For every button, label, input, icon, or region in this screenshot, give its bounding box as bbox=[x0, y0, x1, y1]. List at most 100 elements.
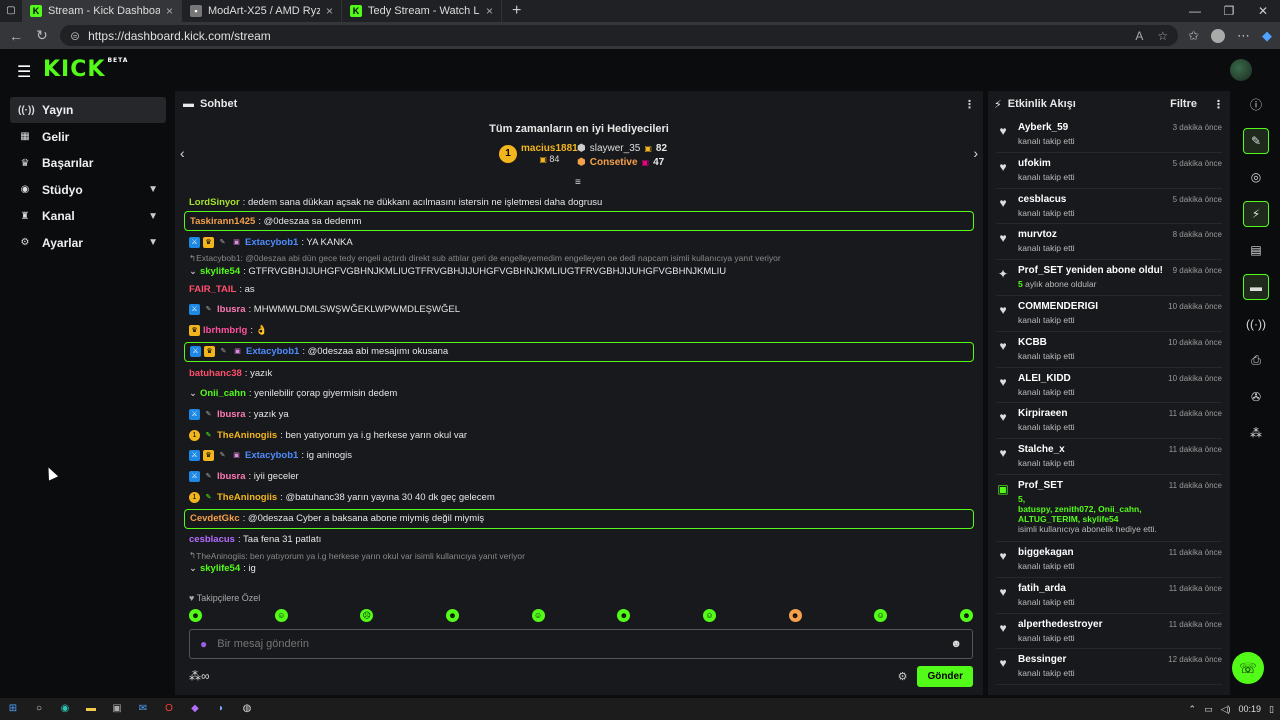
notes-icon[interactable]: ▤ bbox=[1243, 237, 1269, 263]
site-info-icon[interactable]: ⊜ bbox=[70, 29, 80, 43]
emote-icon[interactable]: ☻ bbox=[617, 609, 631, 622]
close-icon[interactable]: × bbox=[486, 4, 493, 18]
chevron-right-icon[interactable]: › bbox=[973, 145, 978, 161]
kick-logo[interactable]: KICK BETA bbox=[43, 57, 128, 82]
community-icon[interactable]: ⁂ bbox=[1243, 420, 1269, 446]
sidebar-item-basarilar[interactable]: ♛ Başarılar bbox=[10, 150, 166, 176]
broadcast-icon[interactable]: ((·)) bbox=[1243, 311, 1269, 337]
emoji-icon[interactable]: ☻ bbox=[950, 638, 962, 650]
infinity-points-icon[interactable]: ⁂∞ bbox=[189, 669, 210, 683]
browser-tab-2[interactable]: ▪ ModArt-X25 / AMD Ryzen 5 5600 × bbox=[182, 0, 342, 22]
activity-item[interactable]: ♥ Stalche_x kanalı takip etti 11 dakika önc… bbox=[996, 439, 1222, 475]
chat-input-box[interactable]: ● ☻ bbox=[189, 629, 973, 659]
chat-message[interactable]: FAIR_TAIL: as bbox=[175, 279, 983, 300]
chat-bubble-icon[interactable]: ▬ bbox=[1243, 273, 1269, 300]
emote-icon[interactable]: ☻ bbox=[959, 609, 973, 622]
chat-message[interactable]: ⚔ ♛ ✎ ▣ Extacybob1: ig aninogis bbox=[175, 446, 983, 467]
edit-pencil-icon[interactable]: ✎ bbox=[1243, 127, 1269, 154]
emote-icon[interactable]: ☺ bbox=[874, 609, 888, 622]
outlook-icon[interactable]: ✉ bbox=[136, 702, 150, 716]
sidebar-item-gelir[interactable]: ▦ Gelir bbox=[10, 124, 166, 150]
stream-preview-icon[interactable]: ◎ bbox=[1243, 164, 1269, 190]
activity-item[interactable]: ♥ ufokim kanalı takip etti 5 dakika önce bbox=[996, 153, 1222, 189]
search-icon[interactable]: ○ bbox=[32, 702, 46, 716]
activity-item[interactable]: ♥ alperthedestroyer kanalı takip etti 11 da… bbox=[996, 614, 1222, 650]
chat-username[interactable]: Extacybob1 bbox=[245, 450, 298, 461]
activity-item[interactable]: ♥ Ayberk_59 kanalı takip etti 3 dakika önce bbox=[996, 117, 1222, 153]
app-icon[interactable]: ◗ bbox=[214, 702, 228, 716]
activity-item[interactable]: ♥ murvtoz kanalı takip etti 8 dakika önce bbox=[996, 224, 1222, 261]
chat-username[interactable]: skylife54 bbox=[200, 563, 240, 574]
browser-tab-1[interactable]: K Stream - Kick Dashboard × bbox=[22, 0, 182, 22]
info-icon[interactable]: ⓘ bbox=[1243, 91, 1269, 117]
printer-icon[interactable]: ⎙ bbox=[1243, 347, 1269, 373]
chat-username[interactable]: Extacybob1 bbox=[246, 346, 299, 357]
emote-icon[interactable]: ☻ bbox=[189, 609, 202, 622]
close-window-icon[interactable]: ✕ bbox=[1246, 0, 1280, 22]
chat-username[interactable]: lbusra bbox=[217, 471, 246, 482]
chat-message[interactable]: ⚔ ✎ lbusra: MHWMWLDMLSWŞWĞEKLWPWMDLEŞWĞEL bbox=[175, 299, 983, 320]
obs-icon[interactable]: ◍ bbox=[240, 702, 254, 716]
activity-item[interactable]: ▣ Prof_SET 5, batuspy, zenith072, Onii_cahn… bbox=[996, 475, 1222, 542]
more-options-icon[interactable]: ⋮ bbox=[964, 98, 975, 111]
support-chat-icon[interactable]: ☏ bbox=[1232, 652, 1264, 684]
chat-settings-icon[interactable]: ⚙ bbox=[898, 670, 908, 683]
chat-username[interactable]: CevdetGkc bbox=[190, 513, 240, 524]
tray-expand-icon[interactable]: ⌃ bbox=[1189, 704, 1197, 715]
chevron-left-icon[interactable]: ‹ bbox=[180, 145, 185, 161]
back-icon[interactable]: ← bbox=[8, 28, 24, 44]
chat-username[interactable]: cesblacus bbox=[189, 534, 235, 545]
emote-icon[interactable]: ☻ bbox=[445, 609, 459, 622]
chat-message[interactable]: ⚔ ✎ lbusra: iyii geceler bbox=[175, 466, 983, 487]
new-tab-button[interactable]: + bbox=[502, 2, 531, 20]
photos-icon[interactable]: ▣ bbox=[110, 702, 124, 716]
sidebar-item-kanal[interactable]: ♜ Kanal ▼ bbox=[10, 203, 166, 229]
close-icon[interactable]: × bbox=[166, 4, 173, 18]
activity-item[interactable]: ✦ Prof_SET yeniden abone oldu! 5 aylık abo… bbox=[996, 260, 1222, 296]
sidebar-item-yayin[interactable]: ((·)) Yayın bbox=[10, 97, 166, 123]
activity-item[interactable]: ♥ fatih_arda kanalı takip etti 11 dakika ön… bbox=[996, 578, 1222, 614]
windows-start-icon[interactable]: ⊞ bbox=[6, 702, 20, 716]
chat-username[interactable]: Taskirann1425 bbox=[190, 216, 255, 227]
chat-message[interactable]: ⌄ Onii_cahn: yenilebilir çorap giyermisi… bbox=[175, 383, 983, 404]
chat-username[interactable]: batuhanc38 bbox=[189, 368, 242, 379]
chat-username[interactable]: TheAninogiis bbox=[217, 430, 277, 441]
network-icon[interactable]: ▭ bbox=[1204, 704, 1213, 715]
refresh-icon[interactable]: ↻ bbox=[34, 27, 50, 44]
hamburger-menu-icon[interactable]: ☰ bbox=[17, 62, 31, 82]
more-options-icon[interactable]: ⋮ bbox=[1213, 98, 1224, 111]
maximize-icon[interactable]: ❐ bbox=[1212, 0, 1246, 22]
tab-actions-icon[interactable]: ▢ bbox=[4, 4, 18, 18]
chat-message-highlighted[interactable]: CevdetGkc: @0deszaa Cyber a baksana abon… bbox=[184, 508, 974, 529]
read-aloud-icon[interactable]: A bbox=[1135, 29, 1143, 43]
emote-icon[interactable]: ☹ bbox=[360, 609, 374, 622]
chat-username[interactable]: LordSinyor bbox=[189, 197, 240, 208]
chat-message[interactable]: ⚔ ♛ ✎ ▣ Extacybob1: YA KANKA bbox=[175, 232, 983, 253]
chat-username[interactable]: FAIR_TAIL bbox=[189, 284, 236, 295]
emote-icon[interactable]: ☺ bbox=[274, 609, 288, 622]
notifications-icon[interactable]: ▯ bbox=[1269, 704, 1274, 715]
activity-item[interactable]: ♥ KCBB kanalı takip etti 10 dakika önce bbox=[996, 332, 1222, 368]
copilot-icon[interactable]: ◆ bbox=[1262, 28, 1272, 44]
chat-message[interactable]: ⚔ ✎ lbusra: yazık ya bbox=[175, 404, 983, 425]
emote-icon[interactable]: ☺ bbox=[702, 609, 716, 622]
emote-icon[interactable]: ☺ bbox=[531, 609, 545, 622]
profile-avatar[interactable] bbox=[1211, 28, 1225, 43]
chat-message-highlighted[interactable]: ⚔ ♛ ✎ ▣ Extacybob1: @0deszaa abi mesajımı o… bbox=[184, 341, 974, 362]
chat-username[interactable]: TheAninogiis bbox=[217, 492, 277, 503]
activity-item[interactable]: ♥ ALEI_KIDD kanalı takip etti 10 dakika önc… bbox=[996, 368, 1222, 404]
chat-message[interactable]: ⌄ skylife54: ig bbox=[175, 561, 983, 576]
chat-username[interactable]: lbusra bbox=[217, 304, 246, 315]
chat-message[interactable]: ♛ lbrhmbrlg: 👌 bbox=[175, 320, 983, 341]
chat-message[interactable]: 1 ✎ TheAninogiis: @batuhanc38 yarın yayın… bbox=[175, 487, 983, 508]
favorite-star-icon[interactable]: ☆ bbox=[1157, 29, 1168, 43]
filter-icon[interactable]: ≡ bbox=[575, 177, 581, 188]
clock-time[interactable]: 00:19 bbox=[1239, 704, 1262, 714]
filter-button[interactable]: Filtre bbox=[1170, 98, 1197, 110]
browser-tab-3[interactable]: K Tedy Stream - Watch Live on Kick × bbox=[342, 0, 502, 22]
chat-message[interactable]: batuhanc38: yazık bbox=[175, 363, 983, 384]
close-icon[interactable]: × bbox=[326, 4, 333, 18]
activity-item[interactable]: ♥ Kirpiraeen kanalı takip etti 11 dakika ön… bbox=[996, 403, 1222, 440]
chat-message[interactable]: ⌄ skylife54: GTFRVGBHJIJUHGFVGBHNJKMLIUG… bbox=[175, 264, 983, 279]
emote-icon[interactable]: ☻ bbox=[788, 609, 802, 622]
